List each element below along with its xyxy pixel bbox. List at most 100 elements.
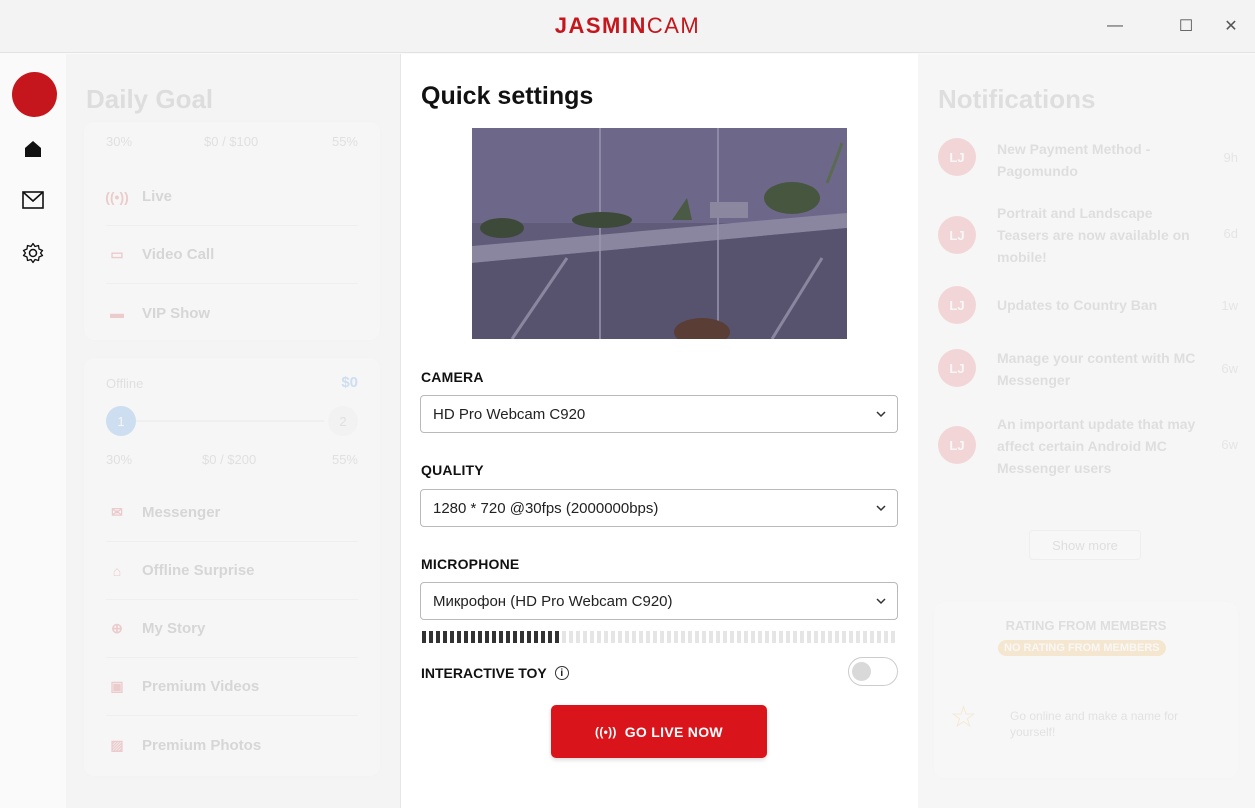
mic-level-bar bbox=[688, 631, 692, 643]
quality-select[interactable]: 1280 * 720 @30fps (2000000bps) bbox=[420, 489, 898, 527]
interactive-toy-toggle[interactable] bbox=[848, 657, 898, 686]
mic-level-bar bbox=[534, 631, 538, 643]
mic-level-bar bbox=[562, 631, 566, 643]
menu-item-live[interactable]: ((•)) Live bbox=[105, 168, 358, 226]
mic-level-bar bbox=[520, 631, 524, 643]
mic-level-bar bbox=[800, 631, 804, 643]
microphone-label: MICROPHONE bbox=[421, 556, 520, 572]
notification-time: 6w bbox=[1221, 437, 1238, 452]
mic-level-bar bbox=[597, 631, 601, 643]
mail-icon: ✉ bbox=[111, 504, 123, 520]
mic-level-bar bbox=[443, 631, 447, 643]
mic-level-bar bbox=[464, 631, 468, 643]
mic-level-bar bbox=[674, 631, 678, 643]
step-connector bbox=[136, 420, 324, 422]
mic-level-bar bbox=[730, 631, 734, 643]
mic-level-bar bbox=[436, 631, 440, 643]
offline-label: Offline bbox=[106, 376, 144, 391]
mic-level-bar bbox=[828, 631, 832, 643]
quality-value: 1280 * 720 @30fps (2000000bps) bbox=[433, 499, 659, 517]
mic-level-bar bbox=[639, 631, 643, 643]
progress-mid: $0 / $200 bbox=[202, 452, 257, 467]
progress-left: 30% bbox=[106, 452, 133, 467]
notifications-panel: Notifications LJ New Payment Method - Pa… bbox=[918, 54, 1255, 808]
camera-preview bbox=[472, 128, 847, 339]
goal-card: 30% $0 / $100 55% ((•)) Live ▭ Video Call … bbox=[84, 122, 380, 340]
mic-level-bar bbox=[513, 631, 517, 643]
menu-item-premium-videos[interactable]: ▣ Premium Videos bbox=[106, 658, 358, 716]
mic-level-bar bbox=[765, 631, 769, 643]
step-2: 2 bbox=[328, 406, 358, 436]
mic-level-bar bbox=[569, 631, 573, 643]
notification-item[interactable]: LJ Portrait and Landscape Teasers are no… bbox=[938, 202, 1238, 268]
star-icon: ☆ bbox=[950, 701, 977, 734]
goal-left-pct: 30% bbox=[106, 134, 133, 149]
maximize-button[interactable]: ☐ bbox=[1174, 14, 1198, 38]
video-icon: ▣ bbox=[110, 678, 124, 694]
mic-level-bar bbox=[807, 631, 811, 643]
mic-level-bar bbox=[779, 631, 783, 643]
mic-level-bar bbox=[744, 631, 748, 643]
show-more-button[interactable]: Show more bbox=[1029, 530, 1141, 560]
quick-settings-panel: Quick settings CAMERA HD Pro Webcam C920… bbox=[401, 54, 918, 808]
mic-level-bar bbox=[716, 631, 720, 643]
mic-level-bar bbox=[541, 631, 545, 643]
notification-text: New Payment Method - Pagomundo bbox=[997, 141, 1151, 179]
video-icon: ▭ bbox=[110, 246, 124, 262]
notification-item[interactable]: LJ Updates to Country Ban 1w bbox=[938, 286, 1238, 324]
info-icon[interactable]: i bbox=[554, 666, 569, 680]
mic-level-bar bbox=[450, 631, 454, 643]
mic-level-bar bbox=[653, 631, 657, 643]
mic-level-bar bbox=[877, 631, 881, 643]
mic-level-bar bbox=[821, 631, 825, 643]
close-button[interactable]: ✕ bbox=[1219, 14, 1243, 38]
menu-item-my-story[interactable]: ⊕ My Story bbox=[106, 600, 358, 658]
notification-avatar: LJ bbox=[938, 286, 976, 324]
mic-level-bar bbox=[814, 631, 818, 643]
notification-avatar: LJ bbox=[938, 138, 976, 176]
notification-text: Updates to Country Ban bbox=[997, 297, 1158, 313]
mic-level-bar bbox=[604, 631, 608, 643]
goal-amount: $0 / $100 bbox=[204, 134, 259, 149]
notification-text: An important update that may affect cert… bbox=[997, 416, 1196, 476]
mic-level-bar bbox=[555, 631, 559, 643]
mic-level-meter bbox=[422, 631, 898, 643]
mic-level-bar bbox=[849, 631, 853, 643]
menu-item-messenger[interactable]: ✉ Messenger bbox=[106, 484, 358, 542]
menu-item-video-call[interactable]: ▭ Video Call bbox=[106, 226, 358, 284]
notification-time: 6w bbox=[1221, 361, 1238, 376]
rating-badge: NO RATING FROM MEMBERS bbox=[998, 640, 1166, 656]
mic-level-bar bbox=[786, 631, 790, 643]
mic-level-bar bbox=[625, 631, 629, 643]
mic-level-bar bbox=[457, 631, 461, 643]
photo-icon: ▨ bbox=[110, 736, 124, 753]
microphone-select[interactable]: Микрофон (HD Pro Webcam C920) bbox=[420, 582, 898, 620]
quality-label: QUALITY bbox=[421, 462, 484, 478]
notification-text: Manage your content with MC Messenger bbox=[997, 350, 1196, 388]
menu-item-offline-surprise[interactable]: ⌂ Offline Surprise bbox=[106, 542, 358, 600]
live-icon: ((•)) bbox=[595, 724, 617, 739]
notification-time: 1w bbox=[1221, 298, 1238, 313]
mic-level-bar bbox=[478, 631, 482, 643]
camera-value: HD Pro Webcam C920 bbox=[433, 405, 586, 423]
daily-goal-panel: Daily Goal 30% $0 / $100 55% ((•)) Live ▭… bbox=[66, 54, 400, 808]
mic-level-bar bbox=[492, 631, 496, 643]
daily-goal-title: Daily Goal bbox=[86, 84, 214, 114]
notification-item[interactable]: LJ Manage your content with MC Messenger… bbox=[938, 347, 1238, 391]
menu-item-vip-show[interactable]: ▬ VIP Show bbox=[106, 284, 358, 342]
toggle-knob bbox=[852, 662, 871, 681]
notification-item[interactable]: LJ New Payment Method - Pagomundo 9h bbox=[938, 138, 1238, 182]
camera-select[interactable]: HD Pro Webcam C920 bbox=[420, 395, 898, 433]
mic-level-bar bbox=[695, 631, 699, 643]
mic-level-bar bbox=[681, 631, 685, 643]
gear-icon[interactable] bbox=[20, 240, 46, 266]
notification-item[interactable]: LJ An important update that may affect c… bbox=[938, 413, 1238, 479]
notification-text: Portrait and Landscape Teasers are now a… bbox=[997, 205, 1190, 265]
go-live-button[interactable]: ((•)) GO LIVE NOW bbox=[551, 705, 767, 758]
home-icon[interactable] bbox=[20, 136, 46, 162]
minimize-button[interactable]: — bbox=[1103, 14, 1127, 38]
avatar[interactable] bbox=[12, 72, 57, 117]
menu-item-premium-photos[interactable]: ▨ Premium Photos bbox=[106, 716, 358, 774]
mail-icon[interactable] bbox=[20, 187, 46, 213]
camera-label: CAMERA bbox=[421, 369, 484, 385]
